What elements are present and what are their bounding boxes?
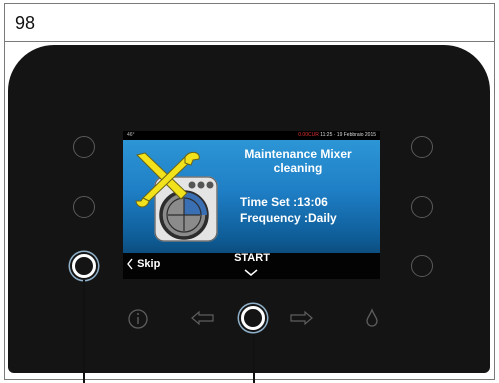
callout-line-skip — [83, 280, 85, 383]
status-bar: 46° 0.00CUR 11:25 · 19 Febbraio 2015 — [123, 131, 380, 140]
skip-option[interactable]: Skip — [126, 258, 160, 270]
arrow-right-icon[interactable] — [288, 310, 314, 326]
frequency-text: Frequency :Daily — [240, 211, 337, 225]
water-drop-icon[interactable] — [365, 308, 379, 328]
skip-label: Skip — [137, 258, 161, 271]
left-button-3-skip[interactable] — [72, 254, 96, 278]
start-label[interactable]: START — [227, 252, 277, 264]
status-alert-text: 0.00CUR — [298, 132, 319, 138]
page-number: 98 — [15, 13, 36, 33]
right-button-2[interactable] — [411, 196, 433, 218]
header-divider — [5, 41, 494, 42]
chevron-down-icon — [243, 264, 259, 279]
left-button-2[interactable] — [73, 196, 95, 218]
screen-title: Maintenance Mixer cleaning — [244, 147, 352, 175]
confirm-button[interactable] — [241, 306, 265, 330]
display-screen: 46° 0.00CUR 11:25 · 19 Febbraio 2015 Mai… — [123, 131, 380, 279]
maintenance-tools-icon — [133, 151, 223, 249]
maintenance-info: Time Set :13:06 Frequency :Daily — [240, 194, 337, 226]
arrow-left-icon[interactable] — [190, 310, 216, 326]
time-set-text: Time Set :13:06 — [240, 195, 328, 209]
chevron-left-icon — [126, 258, 134, 270]
info-icon[interactable] — [127, 308, 149, 330]
left-button-1[interactable] — [73, 136, 95, 158]
callout-line-confirm — [253, 330, 255, 383]
right-button-1[interactable] — [411, 136, 433, 158]
status-time-date: 11:25 · 19 Febbraio 2015 — [320, 132, 376, 138]
status-left-text: 46° — [127, 132, 135, 138]
right-button-3[interactable] — [411, 255, 433, 277]
status-right: 0.00CUR 11:25 · 19 Febbraio 2015 — [298, 131, 376, 140]
